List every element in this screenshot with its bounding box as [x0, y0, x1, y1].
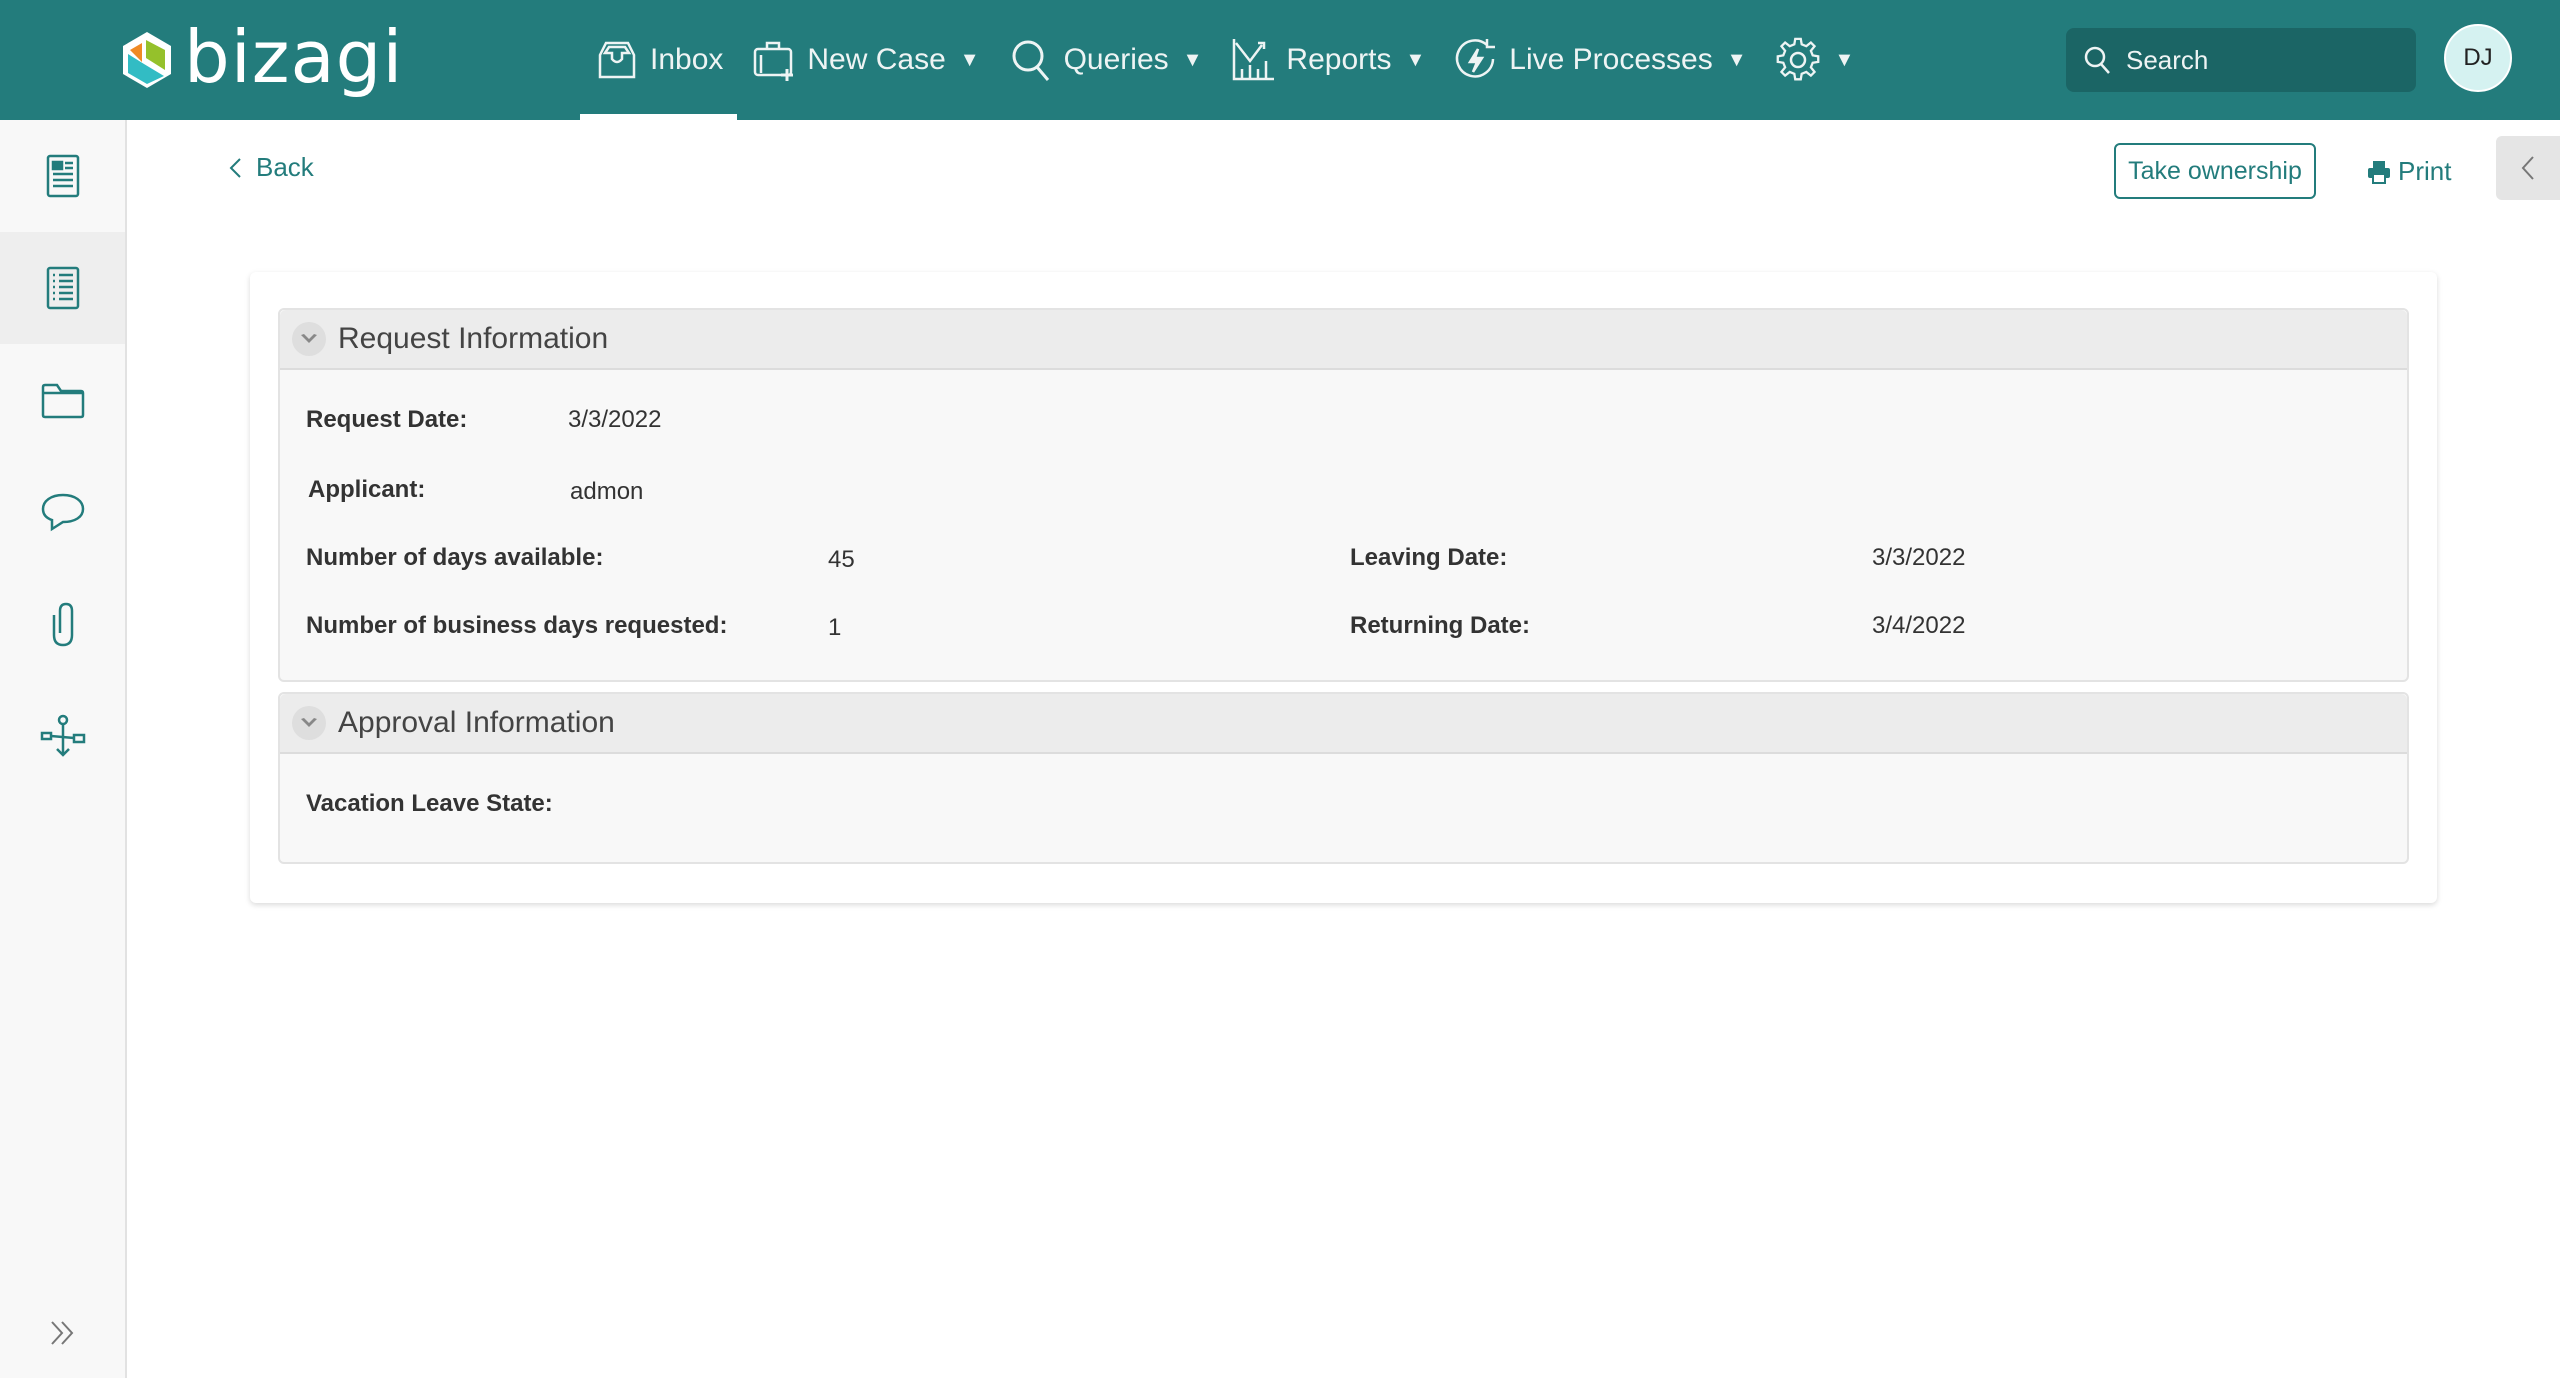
field-label-request-date: Request Date:: [306, 406, 468, 433]
caret-down-icon: ▼: [1182, 48, 1203, 71]
field-value-days-available: 45: [828, 546, 855, 573]
nav-reports[interactable]: Reports ▼: [1216, 0, 1439, 120]
double-chevron-right-icon: [50, 1321, 73, 1345]
new-case-icon: [754, 41, 794, 81]
bizagi-logo[interactable]: bizagi: [120, 15, 404, 99]
nav-new-case-label: New Case: [807, 43, 946, 76]
section-title: Approval Information: [338, 706, 615, 739]
field-label-applicant: Applicant:: [308, 476, 426, 503]
live-processes-icon: [1456, 39, 1496, 78]
field-value-request-date: 3/3/2022: [568, 406, 662, 433]
nav-live-processes-label: Live Processes: [1509, 43, 1713, 76]
global-search[interactable]: [2066, 28, 2416, 92]
section-header[interactable]: Approval Information: [280, 694, 2407, 754]
nav-settings[interactable]: ▼: [1761, 0, 1869, 120]
gear-icon: [1776, 37, 1819, 81]
field-value-business-days-requested: 1: [828, 614, 842, 641]
field-value-leaving-date: 3/3/2022: [1872, 544, 1966, 571]
caret-down-icon: ▼: [959, 48, 980, 71]
bizagi-logo-icon: [123, 32, 171, 88]
field-label-business-days-requested: Number of business days requested:: [306, 612, 728, 639]
collapse-toggle[interactable]: [292, 706, 326, 740]
nav-inbox-label: Inbox: [650, 43, 724, 76]
back-label: Back: [256, 152, 314, 182]
sidebar-item-attachments[interactable]: [0, 568, 125, 680]
folder-icon: [41, 383, 84, 419]
list-document-icon: [46, 266, 79, 310]
comment-icon: [41, 493, 84, 532]
search-input[interactable]: [2126, 44, 2406, 76]
nav-live-processes[interactable]: Live Processes ▼: [1439, 0, 1760, 120]
take-ownership-button[interactable]: Take ownership: [2114, 143, 2316, 199]
top-header: bizagi Inbox New Case ▼ Queries ▼ Report…: [0, 0, 2560, 120]
main-nav: Inbox New Case ▼ Queries ▼ Reports ▼ Liv…: [580, 0, 1868, 120]
field-value-applicant: admon: [570, 478, 644, 505]
process-map-icon: [40, 714, 85, 757]
nav-inbox[interactable]: Inbox: [580, 0, 738, 120]
search-icon: [1012, 40, 1049, 81]
section-approval-information: Approval Information Vacation Leave Stat…: [278, 692, 2409, 864]
inbox-icon: [598, 41, 636, 79]
case-sidebar: [0, 120, 127, 1378]
chevron-down-icon: [301, 334, 317, 343]
sidebar-item-form[interactable]: [0, 120, 125, 232]
search-icon: [2084, 46, 2110, 74]
section-request-information: Request Information Request Date: 3/3/20…: [278, 308, 2409, 682]
nav-queries-label: Queries: [1063, 43, 1169, 76]
sidebar-item-details[interactable]: [0, 232, 125, 344]
field-label-days-available: Number of days available:: [306, 544, 604, 571]
caret-down-icon: ▼: [1726, 48, 1747, 71]
chevron-down-icon: [301, 718, 317, 727]
collapse-toggle[interactable]: [292, 322, 326, 356]
form-icon: [46, 154, 79, 198]
nav-new-case[interactable]: New Case ▼: [737, 0, 993, 120]
section-header[interactable]: Request Information: [280, 310, 2407, 370]
field-label-returning-date: Returning Date:: [1350, 612, 1530, 639]
logo-text: bizagi: [184, 15, 404, 99]
field-value-returning-date: 3/4/2022: [1872, 612, 1966, 639]
case-form-card: Request Information Request Date: 3/3/20…: [250, 272, 2437, 903]
field-label-leaving-date: Leaving Date:: [1350, 544, 1508, 571]
print-label: Print: [2398, 156, 2452, 186]
chevron-left-icon: [229, 157, 241, 178]
back-link[interactable]: Back: [228, 152, 314, 183]
nav-reports-label: Reports: [1286, 43, 1392, 76]
print-button[interactable]: Print: [2366, 156, 2451, 187]
sidebar-item-process-map[interactable]: [0, 680, 125, 792]
paperclip-icon: [52, 602, 73, 647]
field-label-vacation-leave-state: Vacation Leave State:: [306, 790, 553, 817]
chevron-left-icon: [2521, 156, 2534, 180]
user-avatar[interactable]: DJ: [2444, 24, 2512, 92]
reports-chart-icon: [1233, 39, 1275, 81]
section-title: Request Information: [338, 322, 609, 355]
caret-down-icon: ▼: [1834, 48, 1855, 71]
sidebar-item-folders[interactable]: [0, 344, 125, 456]
printer-icon: [2368, 160, 2390, 184]
nav-queries[interactable]: Queries ▼: [994, 0, 1217, 120]
expand-sidebar-button[interactable]: [0, 1288, 125, 1378]
sidebar-item-comments[interactable]: [0, 456, 125, 568]
caret-down-icon: ▼: [1405, 48, 1426, 71]
collapse-panel-button[interactable]: [2496, 136, 2560, 200]
